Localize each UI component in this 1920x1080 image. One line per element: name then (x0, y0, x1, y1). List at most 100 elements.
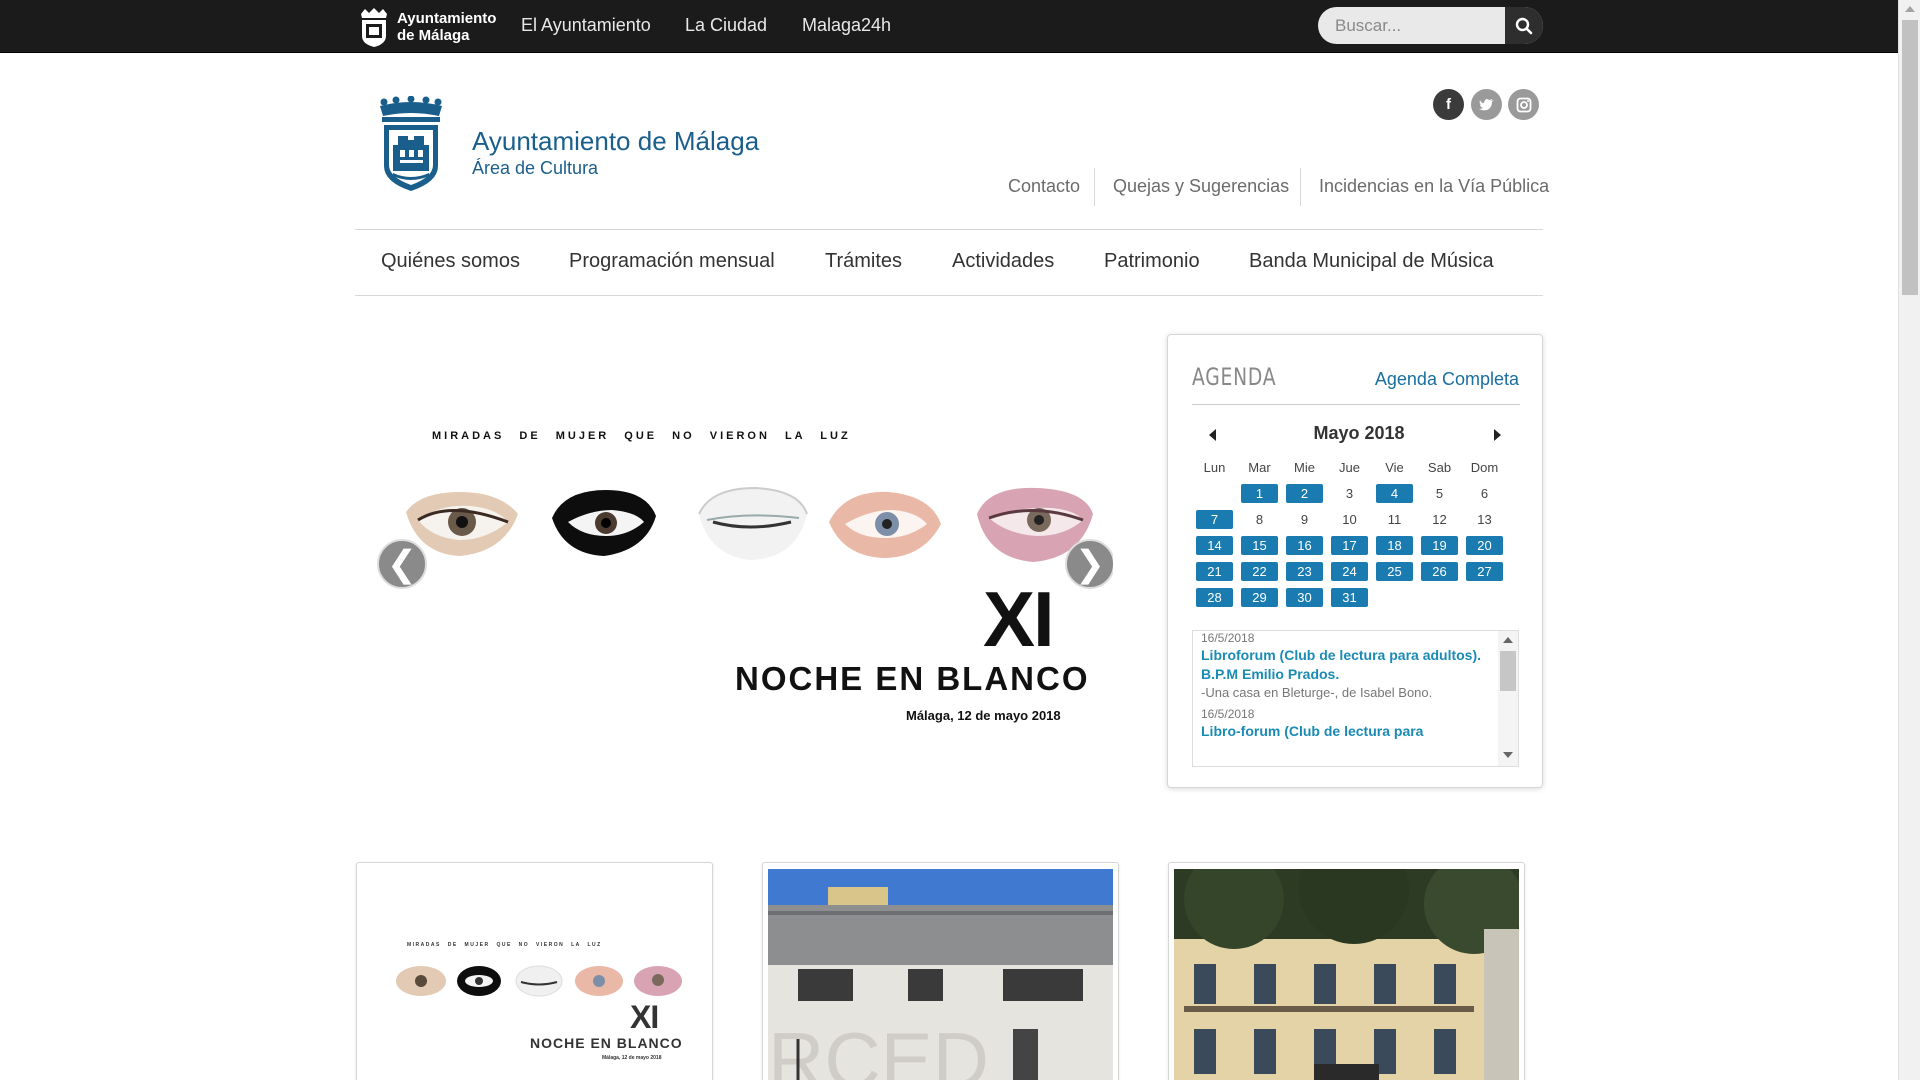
slider-next-button[interactable]: ❯ (1065, 539, 1113, 589)
scrollbar-thumb[interactable] (1902, 20, 1918, 295)
nav-programacion-mensual[interactable]: Programación mensual (569, 250, 775, 273)
calendar-cell: 12 (1417, 510, 1462, 529)
calendar-day-event[interactable]: 15 (1241, 535, 1278, 555)
calendar-weekday: Mie (1294, 459, 1315, 475)
calendar-day-event[interactable]: 25 (1376, 561, 1413, 581)
calendar-weekday-row: Lun Mar Mie Jue Vie Sab Dom (1192, 454, 1520, 480)
nav-patrimonio[interactable]: Patrimonio (1104, 250, 1200, 273)
nav-banda-municipal[interactable]: Banda Municipal de Música (1249, 250, 1494, 273)
calendar-day-event[interactable]: 29 (1241, 587, 1278, 607)
calendar-day-event[interactable]: 18 (1376, 535, 1413, 555)
card-building[interactable]: RCED (762, 862, 1119, 1080)
calendar-day-event[interactable]: 17 (1331, 535, 1368, 555)
calendar-week-row: 21 22 23 24 25 26 27 (1192, 558, 1520, 584)
site-title[interactable]: Ayuntamiento de Málaga (472, 126, 759, 157)
scrollbar-thumb[interactable] (1500, 651, 1516, 691)
calendar-cell: 8 (1237, 510, 1282, 529)
card-headline: XI (630, 999, 659, 1035)
event-date: 16/5/2018 (1201, 631, 1255, 645)
nav-tramites[interactable]: Trámites (825, 250, 902, 273)
event-title-link[interactable]: Libro-forum (Club de lectura para (1201, 722, 1493, 741)
top-bar: Ayuntamiento de Málaga El Ayuntamiento L… (0, 0, 1898, 53)
calendar-cell: 25 (1372, 561, 1417, 581)
calendar-day: 10 (1342, 511, 1357, 527)
calendar-cell: 5 (1417, 484, 1462, 503)
brand-text: Ayuntamiento de Málaga (397, 10, 496, 44)
calendar-day-event[interactable]: 1 (1241, 483, 1278, 503)
card-palace[interactable] (1168, 862, 1525, 1080)
calendar-cell: 17 (1327, 535, 1372, 555)
calendar-cell: 18 (1372, 535, 1417, 555)
calendar-weekday: Lun (1203, 459, 1226, 475)
calendar-day-event[interactable]: 23 (1286, 561, 1323, 581)
calendar-day: 9 (1300, 511, 1309, 527)
instagram-icon[interactable] (1508, 89, 1539, 120)
link-incidencias-via-publica[interactable]: Incidencias en la Vía Pública (1319, 176, 1549, 197)
nav-actividades[interactable]: Actividades (952, 250, 1054, 273)
calendar-day-event[interactable]: 27 (1466, 561, 1503, 581)
slider-prev-button[interactable]: ❮ (377, 539, 427, 589)
city-emblem-icon (361, 8, 387, 47)
events-scrollbar[interactable] (1498, 631, 1518, 766)
events-list[interactable]: 16/5/2018 Libroforum (Club de lectura par… (1192, 630, 1519, 767)
link-contacto[interactable]: Contacto (1008, 176, 1080, 197)
city-crest-logo[interactable] (376, 96, 446, 192)
calendar-prev-month-icon[interactable] (1209, 429, 1216, 441)
calendar-cell: 26 (1417, 561, 1462, 581)
calendar-week-row: 28 29 30 31 (1192, 584, 1520, 610)
facebook-icon[interactable]: f (1433, 89, 1464, 120)
calendar-day-event[interactable]: 24 (1331, 561, 1368, 581)
calendar-cell: 11 (1372, 510, 1417, 529)
calendar-day: 13 (1477, 511, 1492, 527)
search-button[interactable] (1505, 7, 1543, 44)
calendar-day-event[interactable]: 22 (1241, 561, 1278, 581)
scroll-up-arrow-icon[interactable] (1905, 6, 1915, 12)
calendar-day-event[interactable]: 4 (1376, 483, 1413, 503)
brand-line-2: de Málaga (397, 27, 470, 44)
card-image: MIRADAS DE MUJER QUE NO VIERON LA LUZ XI… (362, 869, 707, 1080)
scroll-down-arrow-icon[interactable] (1503, 752, 1513, 758)
slide-title: NOCHE EN BLANCO (735, 660, 1090, 697)
search-input[interactable] (1318, 7, 1506, 44)
calendar-cell: 4 (1372, 483, 1417, 503)
event-description: -Una casa en Bleturge-, de Isabel Bono. (1201, 685, 1433, 700)
calendar-day-event[interactable]: 21 (1196, 561, 1233, 581)
hero-slider[interactable]: MIRADAS DE MUJER QUE NO VIERON LA LUZ XI… (355, 334, 1113, 784)
topnav-el-ayuntamiento[interactable]: El Ayuntamiento (521, 15, 651, 36)
nav-quienes-somos[interactable]: Quiénes somos (381, 250, 520, 273)
slide-date: Málaga, 12 de mayo 2018 (906, 708, 1061, 723)
calendar-week-row: 14 15 16 17 18 19 20 (1192, 532, 1520, 558)
twitter-icon[interactable] (1471, 89, 1502, 120)
scroll-up-arrow-icon[interactable] (1503, 637, 1513, 643)
calendar-day-event[interactable]: 28 (1196, 587, 1233, 607)
topnav-la-ciudad[interactable]: La Ciudad (685, 15, 767, 36)
event-title-link[interactable]: Libroforum (Club de lectura para adultos… (1201, 646, 1493, 684)
link-quejas-sugerencias[interactable]: Quejas y Sugerencias (1113, 176, 1289, 197)
calendar-day-event[interactable]: 20 (1466, 535, 1503, 555)
calendar-day-event[interactable]: 14 (1196, 535, 1233, 555)
calendar-cell: 24 (1327, 561, 1372, 581)
card-noche-en-blanco[interactable]: MIRADAS DE MUJER QUE NO VIERON LA LUZ XI… (356, 862, 713, 1080)
building-photo: RCED (768, 869, 1113, 1080)
agenda-completa-link[interactable]: Agenda Completa (1375, 369, 1519, 390)
card-image: RCED (768, 869, 1113, 1080)
calendar-day-event[interactable]: 26 (1421, 561, 1458, 581)
calendar-day: 8 (1255, 511, 1264, 527)
calendar-day-event[interactable]: 31 (1331, 587, 1368, 607)
calendar-cell: 13 (1462, 510, 1507, 529)
topnav-malaga24h[interactable]: Malaga24h (802, 15, 891, 36)
calendar-day-event[interactable]: 16 (1286, 535, 1323, 555)
calendar-cell: 19 (1417, 535, 1462, 555)
calendar-day-event[interactable]: 30 (1286, 587, 1323, 607)
divider (1192, 404, 1520, 405)
slide-headline: XI (983, 575, 1055, 663)
calendar-next-month-icon[interactable] (1494, 429, 1501, 441)
top-brand-link[interactable]: Ayuntamiento de Málaga (357, 6, 496, 48)
calendar-cell: 27 (1462, 561, 1507, 581)
calendar-cell: 9 (1282, 510, 1327, 529)
eye-image (552, 490, 656, 556)
calendar-day-event[interactable]: 2 (1286, 483, 1323, 503)
calendar-day-event[interactable]: 7 (1196, 509, 1233, 529)
calendar-day-event[interactable]: 19 (1421, 535, 1458, 555)
page-scrollbar[interactable] (1898, 0, 1920, 1080)
